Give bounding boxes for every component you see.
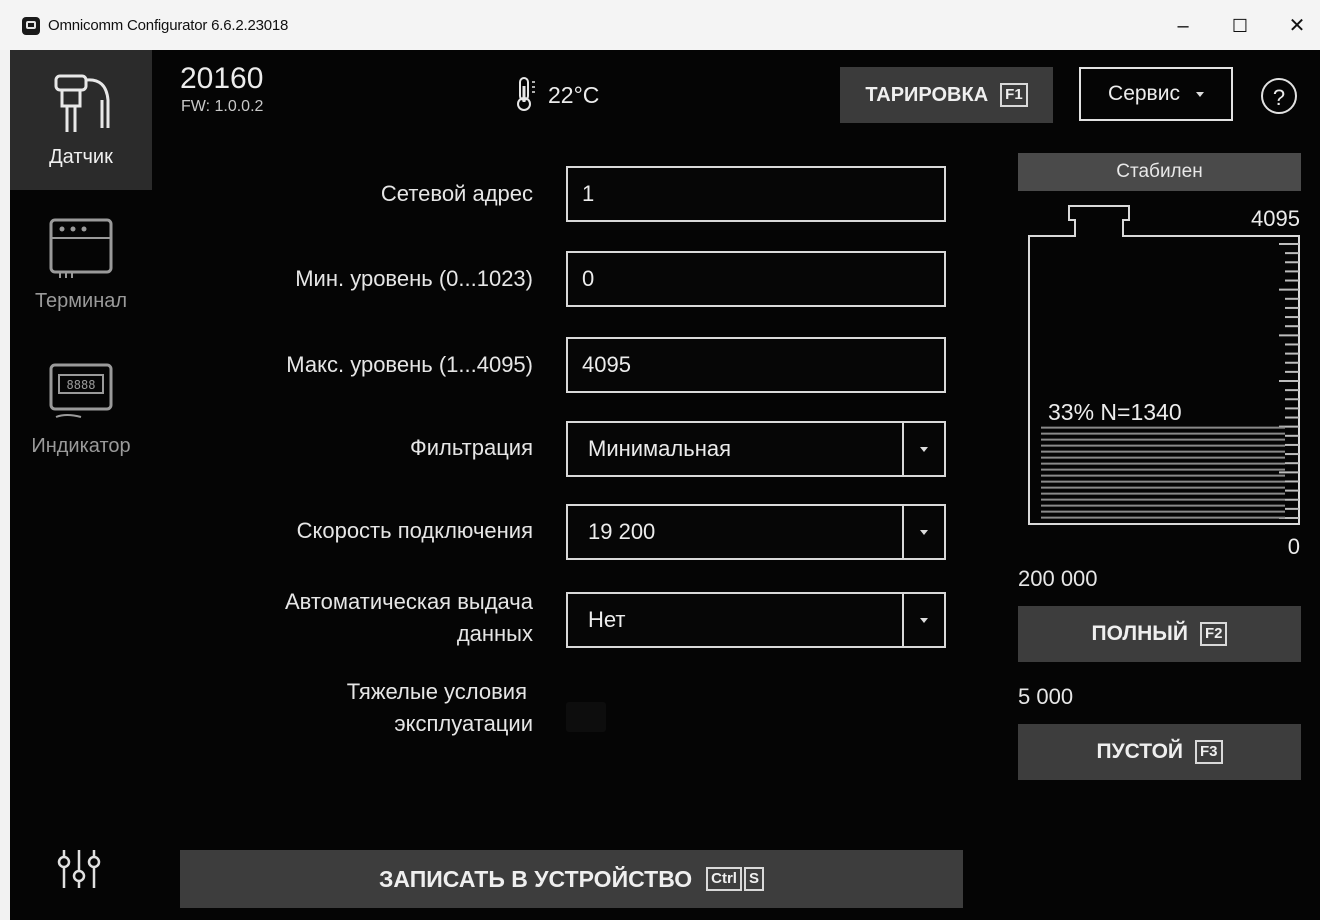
- device-number: 20160: [180, 62, 264, 95]
- full-button-label: ПОЛНЫЙ: [1091, 622, 1188, 645]
- empty-button[interactable]: ПУСТОЙ F3: [1018, 724, 1301, 780]
- chevron-down-icon: [920, 617, 928, 623]
- title-bar: Omnicomm Configurator 6.6.2.23018 – ☐ ✕: [0, 0, 1320, 50]
- tank-gauge: [1028, 205, 1300, 525]
- full-volume-value: 200 000: [1018, 566, 1098, 591]
- speed-value: 19 200: [588, 519, 656, 544]
- heavy-conditions-label-line1: Тяжелые условия: [346, 679, 527, 704]
- sidebar-item-sensor[interactable]: Датчик: [10, 50, 152, 190]
- write-button-label: ЗАПИСАТЬ В УСТРОЙСТВО: [379, 865, 693, 892]
- empty-volume-value: 5 000: [1018, 684, 1074, 709]
- shortcut-key-ctrl: Ctrl: [706, 867, 742, 891]
- temperature-value: 22°C: [548, 82, 600, 108]
- write-to-device-button[interactable]: ЗАПИСАТЬ В УСТРОЙСТВО Ctrl S: [180, 850, 963, 908]
- shortcut-key-f2: F2: [1199, 622, 1228, 646]
- terminal-icon: [49, 218, 113, 278]
- sidebar-item-label: Индикатор: [31, 435, 131, 457]
- sidebar-item-label: Датчик: [49, 146, 113, 168]
- select-arrow[interactable]: [902, 506, 944, 558]
- shortcut-key-f1: F1: [1000, 83, 1028, 107]
- network-address-value: 1: [582, 181, 595, 206]
- filtering-select[interactable]: Минимальная: [566, 421, 946, 477]
- auto-output-label-line1: Автоматическая выдача: [284, 589, 533, 614]
- service-dropdown[interactable]: Сервис: [1079, 67, 1233, 121]
- select-arrow[interactable]: [902, 594, 944, 646]
- max-level-value: 4095: [582, 352, 631, 377]
- heavy-conditions-label: Тяжелые условия эксплуатации: [347, 676, 533, 740]
- speed-label: Скорость подключения: [296, 518, 533, 543]
- app-icon: [22, 17, 40, 35]
- thermometer-icon: [517, 77, 535, 111]
- sensor-icon: [54, 74, 110, 132]
- min-level-input[interactable]: 0: [566, 251, 946, 307]
- sidebar-item-indicator[interactable]: 8888 Индикатор: [10, 345, 152, 475]
- chevron-down-icon: [920, 529, 928, 535]
- min-level-value: 0: [582, 266, 595, 291]
- sidebar-item-terminal[interactable]: Терминал: [10, 200, 152, 330]
- service-dropdown-label: Сервис: [1108, 82, 1180, 105]
- help-button[interactable]: ?: [1261, 78, 1297, 114]
- empty-button-label: ПУСТОЙ: [1096, 740, 1184, 763]
- auto-output-value: Нет: [588, 607, 626, 632]
- shortcut-key-s: S: [743, 867, 764, 891]
- sidebar-item-label: Терминал: [34, 290, 128, 312]
- max-level-label: Макс. уровень (1...4095): [286, 352, 533, 377]
- heavy-conditions-toggle[interactable]: [566, 702, 606, 732]
- chevron-down-icon: [1195, 91, 1204, 97]
- max-level-input[interactable]: 4095: [566, 337, 946, 393]
- shortcut-key-f3: F3: [1195, 740, 1223, 764]
- calibration-button[interactable]: ТАРИРОВКА F1: [840, 67, 1053, 123]
- maximize-button[interactable]: ☐: [1217, 10, 1263, 42]
- tank-min-value: 0: [1287, 534, 1300, 559]
- network-address-input[interactable]: 1: [566, 166, 946, 222]
- heavy-conditions-label-line2: эксплуатации: [394, 711, 533, 736]
- sliders-icon[interactable]: [54, 848, 104, 890]
- filtering-value: Минимальная: [588, 436, 732, 461]
- close-button[interactable]: ✕: [1274, 10, 1320, 42]
- select-arrow[interactable]: [902, 423, 944, 475]
- speed-select[interactable]: 19 200: [566, 504, 946, 560]
- svg-text:8888: 8888: [67, 378, 96, 392]
- network-address-label: Сетевой адрес: [380, 181, 533, 206]
- firmware-version: FW: 1.0.0.2: [181, 98, 264, 115]
- auto-output-select[interactable]: Нет: [566, 592, 946, 648]
- chevron-down-icon: [920, 446, 928, 452]
- tank-level-text: 33% N=1340: [1048, 399, 1182, 425]
- calibration-button-label: ТАРИРОВКА: [865, 83, 989, 106]
- min-level-label: Мин. уровень (0...1023): [295, 266, 533, 291]
- indicator-icon: 8888: [49, 363, 113, 418]
- app-window: Датчик Терминал 8888 Индикатор 20160 FW:…: [10, 50, 1320, 920]
- filtering-label: Фильтрация: [410, 435, 533, 460]
- full-button[interactable]: ПОЛНЫЙ F2: [1018, 606, 1301, 662]
- auto-output-label: Автоматическая выдача данных: [285, 586, 533, 650]
- minimize-button[interactable]: –: [1160, 10, 1206, 42]
- status-badge: Стабилен: [1018, 153, 1301, 191]
- auto-output-label-line2: данных: [456, 621, 533, 646]
- window-title: Omnicomm Configurator 6.6.2.23018: [48, 17, 289, 34]
